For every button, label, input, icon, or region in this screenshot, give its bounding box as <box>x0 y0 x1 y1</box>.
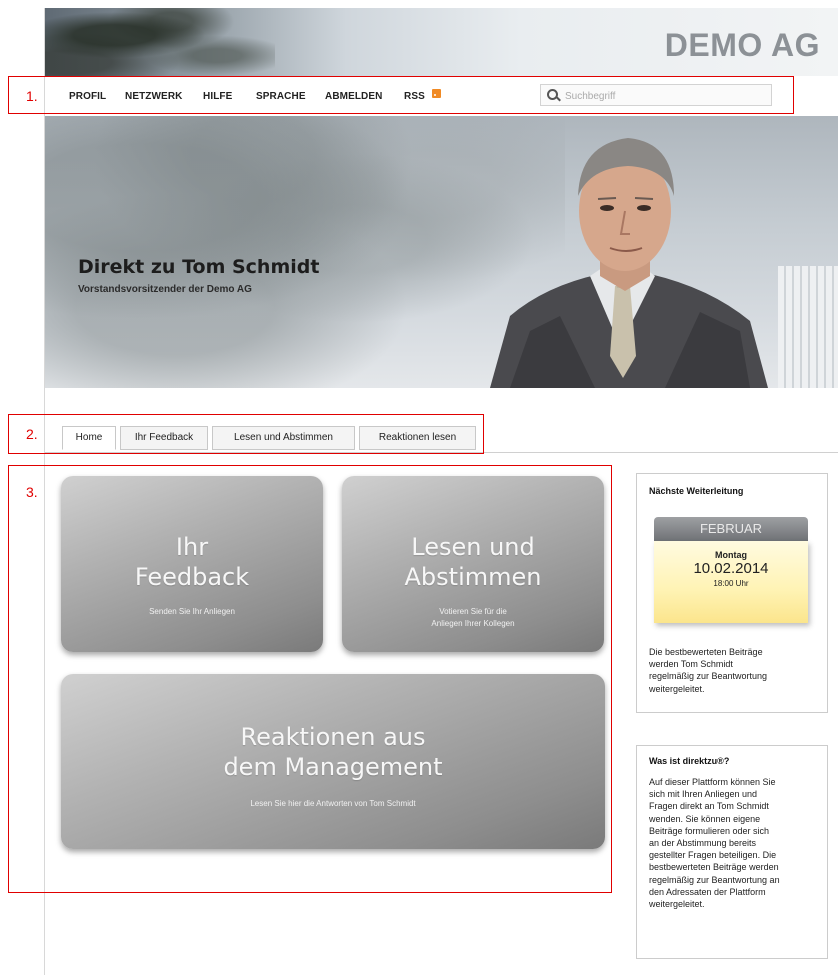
brand-logo: DEMO AG <box>664 27 820 63</box>
hero-building <box>778 266 838 388</box>
about-text: Auf dieser Plattform können Sie sich mit… <box>649 777 780 910</box>
calendar-time: 18:00 Uhr <box>713 579 749 588</box>
hero-title: Direkt zu Tom Schmidt <box>78 256 320 278</box>
annotation-label-1: 1. <box>26 88 38 104</box>
tree-silhouette <box>45 8 275 76</box>
portrait-image <box>490 138 768 388</box>
calendar-note: Montag 10.02.2014 18:00 Uhr <box>654 541 808 623</box>
annotation-label-3: 3. <box>26 484 38 500</box>
calendar-date: 10.02.2014 <box>693 560 769 577</box>
about-box: Was ist direktzu®? Auf dieser Plattform … <box>636 745 828 959</box>
calendar-month: FEBRUAR <box>654 517 808 541</box>
annotation-box-2 <box>8 414 484 454</box>
calendar-widget: FEBRUAR Montag 10.02.2014 18:00 Uhr <box>654 517 808 627</box>
about-heading: Was ist direktzu®? <box>649 756 730 766</box>
calendar-weekday: Montag <box>715 550 747 560</box>
annotation-box-1 <box>8 76 794 114</box>
hero-banner: Direkt zu Tom Schmidt Vorstandsvorsitzen… <box>45 116 838 388</box>
annotation-label-2: 2. <box>26 426 38 442</box>
next-forwarding-text: Die bestbewerteten Beiträge werden Tom S… <box>649 647 768 694</box>
next-forwarding-heading: Nächste Weiterleitung <box>649 486 744 496</box>
header-banner: DEMO AG <box>45 8 838 76</box>
annotation-box-3 <box>8 465 612 893</box>
hero-subtitle: Vorstandsvorsitzender der Demo AG <box>78 284 252 295</box>
